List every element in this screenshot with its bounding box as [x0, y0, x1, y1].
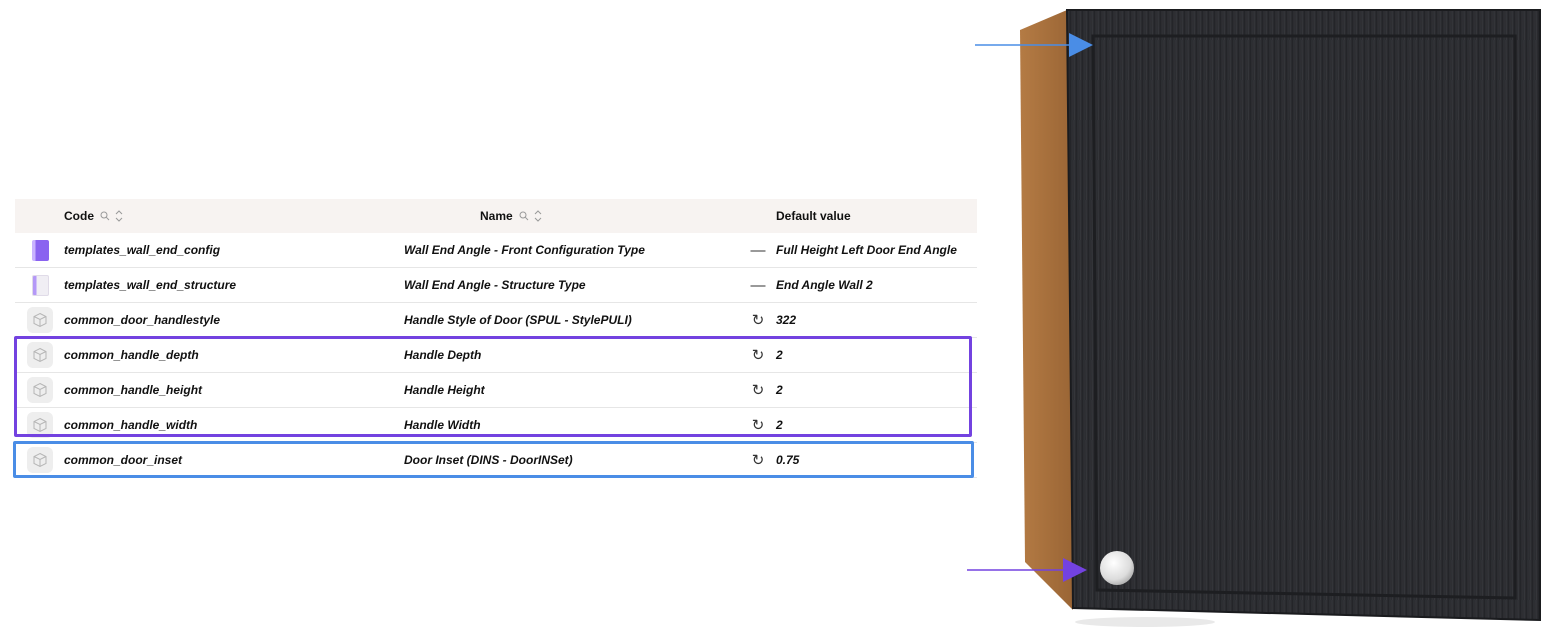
cabinet-door [1067, 10, 1540, 620]
default-value-text: 322 [776, 313, 797, 327]
row-code: templates_wall_end_config [64, 243, 221, 257]
column-code[interactable]: Code [64, 199, 124, 233]
cabinet-3d-preview[interactable] [965, 0, 1550, 629]
column-code-label: Code [64, 209, 94, 223]
handle-parameters-highlight [14, 336, 972, 437]
door-knob [1100, 551, 1134, 585]
row-default-value: ↻ 322 [750, 303, 796, 337]
row-icon-cell [27, 233, 53, 267]
table-row[interactable]: common_door_handlestyle Handle Style of D… [15, 303, 977, 338]
row-name: Wall End Angle - Structure Type [404, 278, 586, 292]
dash-icon: — [750, 276, 766, 294]
row-default-value: — Full Height Left Door End Angle [750, 233, 957, 267]
row-code: templates_wall_end_structure [64, 278, 237, 292]
row-name: Handle Style of Door (SPUL - StylePULI) [404, 313, 632, 327]
row-icon-cell [27, 303, 53, 337]
row-code: common_door_handlestyle [64, 313, 221, 327]
column-name[interactable]: Name [480, 199, 543, 233]
search-icon[interactable] [100, 211, 110, 221]
template-icon [31, 274, 49, 296]
table-row[interactable]: templates_wall_end_structure Wall End Ang… [15, 268, 977, 303]
default-value-text: End Angle Wall 2 [776, 278, 873, 292]
table-header: Code Name Default value [15, 199, 977, 233]
row-icon-cell [27, 268, 53, 302]
door-inset-highlight [13, 441, 974, 478]
column-name-label: Name [480, 209, 513, 223]
row-default-value: — End Angle Wall 2 [750, 268, 873, 302]
cabinet-side-panel [1020, 10, 1073, 610]
dash-icon: — [750, 241, 766, 259]
sort-icon[interactable] [114, 209, 124, 223]
column-default-label: Default value [776, 209, 851, 223]
purple-template-icon [31, 239, 49, 261]
search-icon[interactable] [519, 211, 529, 221]
reset-icon[interactable]: ↻ [750, 311, 766, 329]
default-value-text: Full Height Left Door End Angle [776, 243, 957, 257]
sort-icon[interactable] [533, 209, 543, 223]
column-default-value: Default value [776, 199, 851, 233]
cabinet-shadow [1075, 617, 1215, 627]
table-row[interactable]: templates_wall_end_config Wall End Angle … [15, 233, 977, 268]
cube-icon [27, 307, 53, 333]
row-name: Wall End Angle - Front Configuration Typ… [404, 243, 645, 257]
